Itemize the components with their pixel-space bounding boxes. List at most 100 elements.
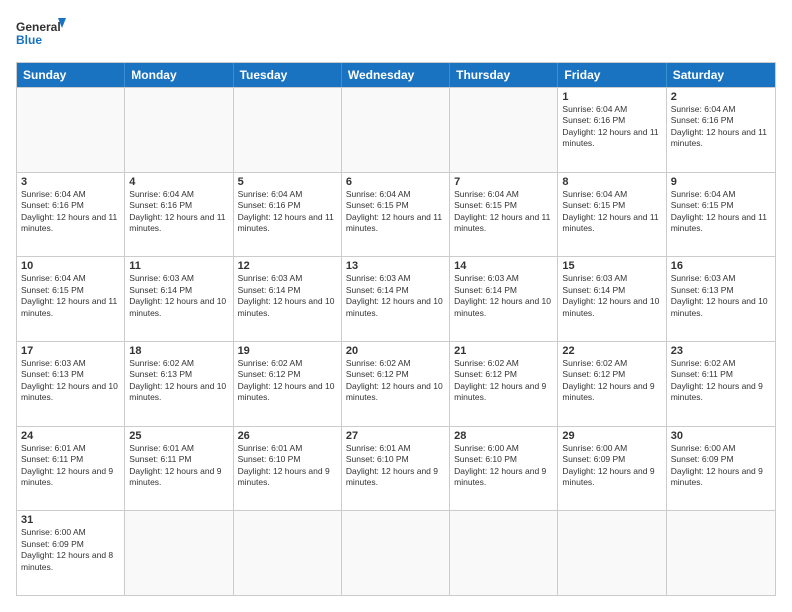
day-info: Sunrise: 6:03 AM Sunset: 6:13 PM Dayligh…	[671, 273, 771, 319]
day-cell-2: 2Sunrise: 6:04 AM Sunset: 6:16 PM Daylig…	[667, 88, 775, 172]
calendar-body: 1Sunrise: 6:04 AM Sunset: 6:16 PM Daylig…	[17, 87, 775, 595]
day-info: Sunrise: 6:04 AM Sunset: 6:16 PM Dayligh…	[671, 104, 771, 150]
day-info: Sunrise: 6:02 AM Sunset: 6:12 PM Dayligh…	[238, 358, 337, 404]
day-cell-23: 23Sunrise: 6:02 AM Sunset: 6:11 PM Dayli…	[667, 342, 775, 426]
page: General Blue SundayMondayTuesdayWednesda…	[0, 0, 792, 612]
generalblue-logo-icon: General Blue	[16, 16, 66, 52]
day-info: Sunrise: 6:04 AM Sunset: 6:16 PM Dayligh…	[562, 104, 661, 150]
weekday-header-saturday: Saturday	[667, 63, 775, 87]
calendar: SundayMondayTuesdayWednesdayThursdayFrid…	[16, 62, 776, 596]
day-cell-8: 8Sunrise: 6:04 AM Sunset: 6:15 PM Daylig…	[558, 173, 666, 257]
empty-cell	[234, 511, 342, 595]
day-number: 7	[454, 176, 553, 188]
empty-cell	[125, 88, 233, 172]
day-number: 6	[346, 176, 445, 188]
weekday-header-sunday: Sunday	[17, 63, 125, 87]
day-number: 2	[671, 91, 771, 103]
day-cell-18: 18Sunrise: 6:02 AM Sunset: 6:13 PM Dayli…	[125, 342, 233, 426]
calendar-header: SundayMondayTuesdayWednesdayThursdayFrid…	[17, 63, 775, 87]
day-cell-11: 11Sunrise: 6:03 AM Sunset: 6:14 PM Dayli…	[125, 257, 233, 341]
day-number: 8	[562, 176, 661, 188]
day-number: 25	[129, 430, 228, 442]
day-info: Sunrise: 6:03 AM Sunset: 6:14 PM Dayligh…	[346, 273, 445, 319]
day-number: 19	[238, 345, 337, 357]
day-cell-19: 19Sunrise: 6:02 AM Sunset: 6:12 PM Dayli…	[234, 342, 342, 426]
weekday-header-tuesday: Tuesday	[234, 63, 342, 87]
day-cell-6: 6Sunrise: 6:04 AM Sunset: 6:15 PM Daylig…	[342, 173, 450, 257]
day-number: 14	[454, 260, 553, 272]
day-info: Sunrise: 6:00 AM Sunset: 6:09 PM Dayligh…	[671, 443, 771, 489]
day-cell-16: 16Sunrise: 6:03 AM Sunset: 6:13 PM Dayli…	[667, 257, 775, 341]
empty-cell	[450, 88, 558, 172]
day-info: Sunrise: 6:00 AM Sunset: 6:10 PM Dayligh…	[454, 443, 553, 489]
day-cell-29: 29Sunrise: 6:00 AM Sunset: 6:09 PM Dayli…	[558, 427, 666, 511]
day-number: 23	[671, 345, 771, 357]
calendar-row-1: 3Sunrise: 6:04 AM Sunset: 6:16 PM Daylig…	[17, 172, 775, 257]
day-cell-26: 26Sunrise: 6:01 AM Sunset: 6:10 PM Dayli…	[234, 427, 342, 511]
day-cell-12: 12Sunrise: 6:03 AM Sunset: 6:14 PM Dayli…	[234, 257, 342, 341]
day-cell-1: 1Sunrise: 6:04 AM Sunset: 6:16 PM Daylig…	[558, 88, 666, 172]
day-info: Sunrise: 6:03 AM Sunset: 6:14 PM Dayligh…	[454, 273, 553, 319]
day-cell-24: 24Sunrise: 6:01 AM Sunset: 6:11 PM Dayli…	[17, 427, 125, 511]
empty-cell	[667, 511, 775, 595]
day-number: 21	[454, 345, 553, 357]
day-cell-21: 21Sunrise: 6:02 AM Sunset: 6:12 PM Dayli…	[450, 342, 558, 426]
day-info: Sunrise: 6:02 AM Sunset: 6:12 PM Dayligh…	[454, 358, 553, 404]
day-cell-14: 14Sunrise: 6:03 AM Sunset: 6:14 PM Dayli…	[450, 257, 558, 341]
day-cell-28: 28Sunrise: 6:00 AM Sunset: 6:10 PM Dayli…	[450, 427, 558, 511]
empty-cell	[234, 88, 342, 172]
day-cell-30: 30Sunrise: 6:00 AM Sunset: 6:09 PM Dayli…	[667, 427, 775, 511]
day-cell-31: 31Sunrise: 6:00 AM Sunset: 6:09 PM Dayli…	[17, 511, 125, 595]
day-info: Sunrise: 6:01 AM Sunset: 6:10 PM Dayligh…	[346, 443, 445, 489]
day-info: Sunrise: 6:04 AM Sunset: 6:15 PM Dayligh…	[671, 189, 771, 235]
day-info: Sunrise: 6:04 AM Sunset: 6:15 PM Dayligh…	[454, 189, 553, 235]
day-info: Sunrise: 6:03 AM Sunset: 6:14 PM Dayligh…	[129, 273, 228, 319]
calendar-row-0: 1Sunrise: 6:04 AM Sunset: 6:16 PM Daylig…	[17, 87, 775, 172]
day-number: 28	[454, 430, 553, 442]
day-number: 4	[129, 176, 228, 188]
day-cell-25: 25Sunrise: 6:01 AM Sunset: 6:11 PM Dayli…	[125, 427, 233, 511]
day-number: 20	[346, 345, 445, 357]
day-cell-20: 20Sunrise: 6:02 AM Sunset: 6:12 PM Dayli…	[342, 342, 450, 426]
empty-cell	[125, 511, 233, 595]
empty-cell	[342, 511, 450, 595]
day-cell-5: 5Sunrise: 6:04 AM Sunset: 6:16 PM Daylig…	[234, 173, 342, 257]
day-cell-4: 4Sunrise: 6:04 AM Sunset: 6:16 PM Daylig…	[125, 173, 233, 257]
day-cell-17: 17Sunrise: 6:03 AM Sunset: 6:13 PM Dayli…	[17, 342, 125, 426]
day-number: 17	[21, 345, 120, 357]
day-cell-7: 7Sunrise: 6:04 AM Sunset: 6:15 PM Daylig…	[450, 173, 558, 257]
day-cell-13: 13Sunrise: 6:03 AM Sunset: 6:14 PM Dayli…	[342, 257, 450, 341]
day-info: Sunrise: 6:04 AM Sunset: 6:16 PM Dayligh…	[21, 189, 120, 235]
day-info: Sunrise: 6:04 AM Sunset: 6:15 PM Dayligh…	[21, 273, 120, 319]
day-info: Sunrise: 6:04 AM Sunset: 6:15 PM Dayligh…	[562, 189, 661, 235]
day-number: 5	[238, 176, 337, 188]
day-info: Sunrise: 6:02 AM Sunset: 6:11 PM Dayligh…	[671, 358, 771, 404]
day-number: 27	[346, 430, 445, 442]
day-info: Sunrise: 6:00 AM Sunset: 6:09 PM Dayligh…	[562, 443, 661, 489]
day-cell-27: 27Sunrise: 6:01 AM Sunset: 6:10 PM Dayli…	[342, 427, 450, 511]
day-number: 31	[21, 514, 120, 526]
day-info: Sunrise: 6:04 AM Sunset: 6:15 PM Dayligh…	[346, 189, 445, 235]
day-info: Sunrise: 6:04 AM Sunset: 6:16 PM Dayligh…	[238, 189, 337, 235]
empty-cell	[558, 511, 666, 595]
day-info: Sunrise: 6:02 AM Sunset: 6:12 PM Dayligh…	[562, 358, 661, 404]
day-number: 18	[129, 345, 228, 357]
day-info: Sunrise: 6:01 AM Sunset: 6:10 PM Dayligh…	[238, 443, 337, 489]
calendar-row-2: 10Sunrise: 6:04 AM Sunset: 6:15 PM Dayli…	[17, 256, 775, 341]
day-number: 22	[562, 345, 661, 357]
day-info: Sunrise: 6:01 AM Sunset: 6:11 PM Dayligh…	[129, 443, 228, 489]
weekday-header-monday: Monday	[125, 63, 233, 87]
day-number: 16	[671, 260, 771, 272]
day-cell-9: 9Sunrise: 6:04 AM Sunset: 6:15 PM Daylig…	[667, 173, 775, 257]
day-number: 29	[562, 430, 661, 442]
day-cell-22: 22Sunrise: 6:02 AM Sunset: 6:12 PM Dayli…	[558, 342, 666, 426]
day-number: 15	[562, 260, 661, 272]
day-cell-10: 10Sunrise: 6:04 AM Sunset: 6:15 PM Dayli…	[17, 257, 125, 341]
day-cell-3: 3Sunrise: 6:04 AM Sunset: 6:16 PM Daylig…	[17, 173, 125, 257]
svg-text:General: General	[16, 20, 61, 34]
calendar-row-5: 31Sunrise: 6:00 AM Sunset: 6:09 PM Dayli…	[17, 510, 775, 595]
day-info: Sunrise: 6:02 AM Sunset: 6:12 PM Dayligh…	[346, 358, 445, 404]
day-number: 26	[238, 430, 337, 442]
empty-cell	[450, 511, 558, 595]
day-info: Sunrise: 6:01 AM Sunset: 6:11 PM Dayligh…	[21, 443, 120, 489]
